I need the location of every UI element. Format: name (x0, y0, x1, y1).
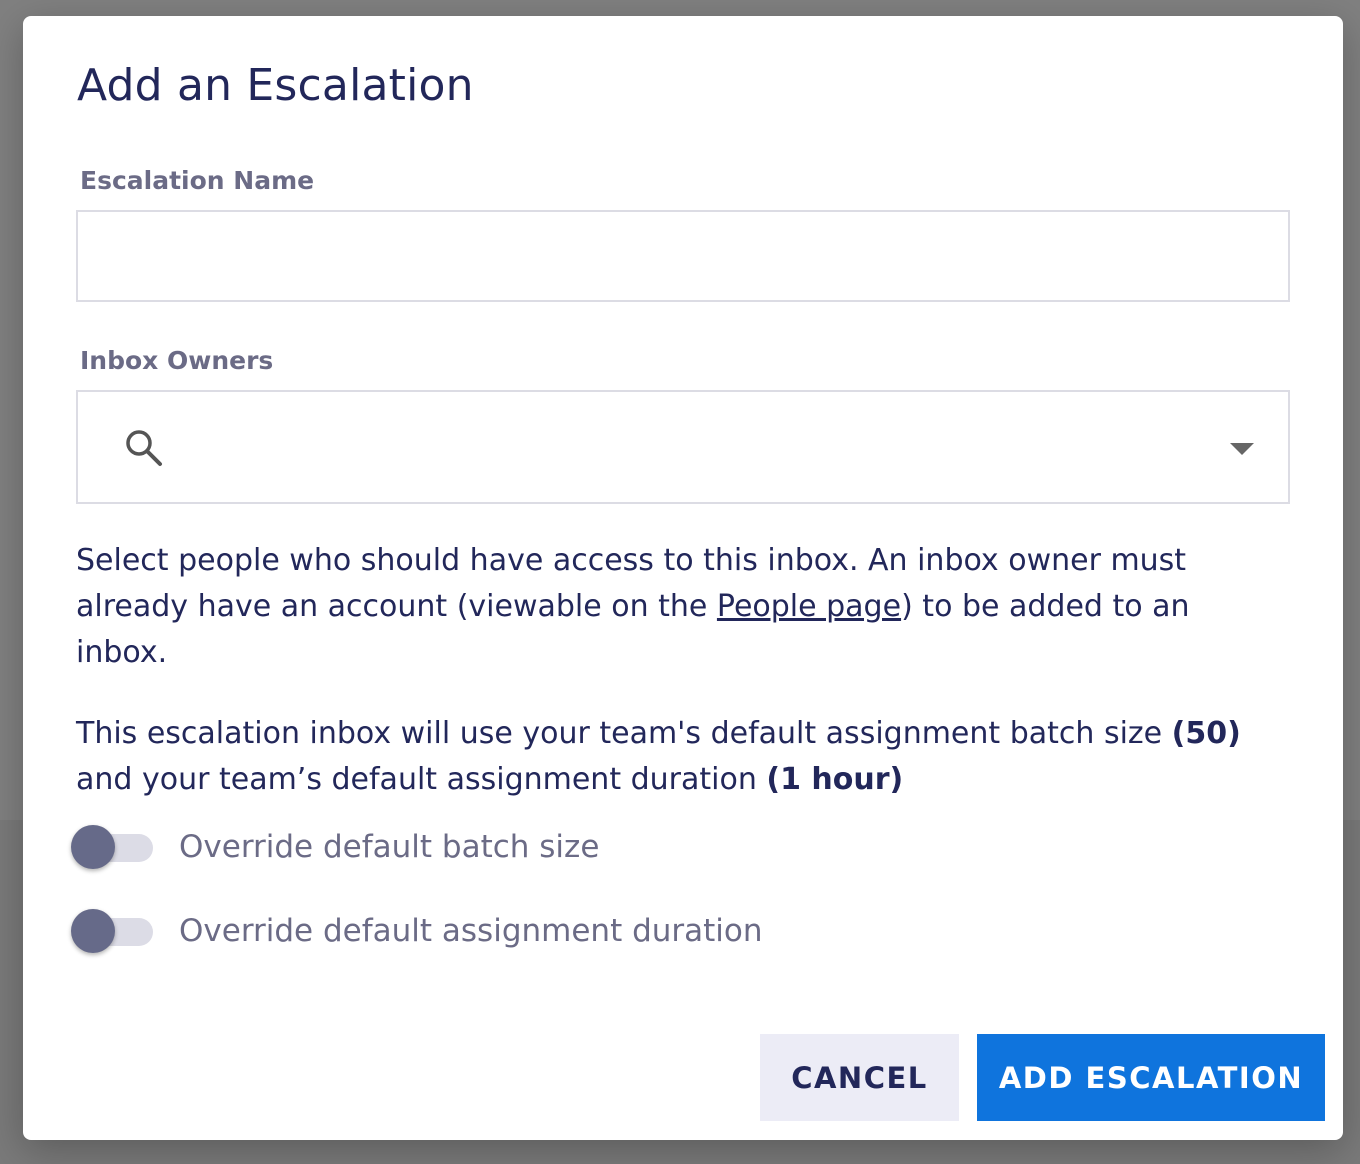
default-settings-info: This escalation inbox will use your team… (76, 711, 1290, 803)
toggle-thumb (71, 825, 115, 869)
escalation-name-label: Escalation Name (80, 166, 315, 195)
override-batch-size-label: Override default batch size (179, 829, 600, 865)
inbox-owners-search-input[interactable] (188, 422, 1188, 472)
chevron-down-icon[interactable] (1230, 443, 1254, 455)
inbox-owners-select[interactable] (76, 390, 1290, 504)
override-duration-row: Override default assignment duration (71, 909, 763, 953)
override-duration-label: Override default assignment duration (179, 913, 763, 949)
people-page-link[interactable]: People page (717, 589, 901, 624)
add-escalation-button[interactable]: ADD ESCALATION (977, 1034, 1325, 1121)
cancel-button[interactable]: CANCEL (760, 1034, 959, 1121)
search-icon (126, 430, 162, 466)
info-text-part2: and your team’s default assignment durat… (76, 762, 767, 797)
duration-value: (1 hour) (766, 762, 904, 797)
dialog-title: Add an Escalation (77, 60, 474, 111)
override-batch-size-toggle[interactable] (71, 825, 155, 869)
override-duration-toggle[interactable] (71, 909, 155, 953)
batch-size-value: (50) (1171, 716, 1241, 751)
inbox-owners-help-text: Select people who should have access to … (76, 538, 1290, 676)
toggle-thumb (71, 909, 115, 953)
add-escalation-dialog: Add an Escalation Escalation Name Inbox … (23, 16, 1343, 1140)
escalation-name-input[interactable] (76, 210, 1290, 302)
info-text-part1: This escalation inbox will use your team… (76, 716, 1172, 751)
inbox-owners-label: Inbox Owners (80, 346, 274, 375)
override-batch-size-row: Override default batch size (71, 825, 599, 869)
